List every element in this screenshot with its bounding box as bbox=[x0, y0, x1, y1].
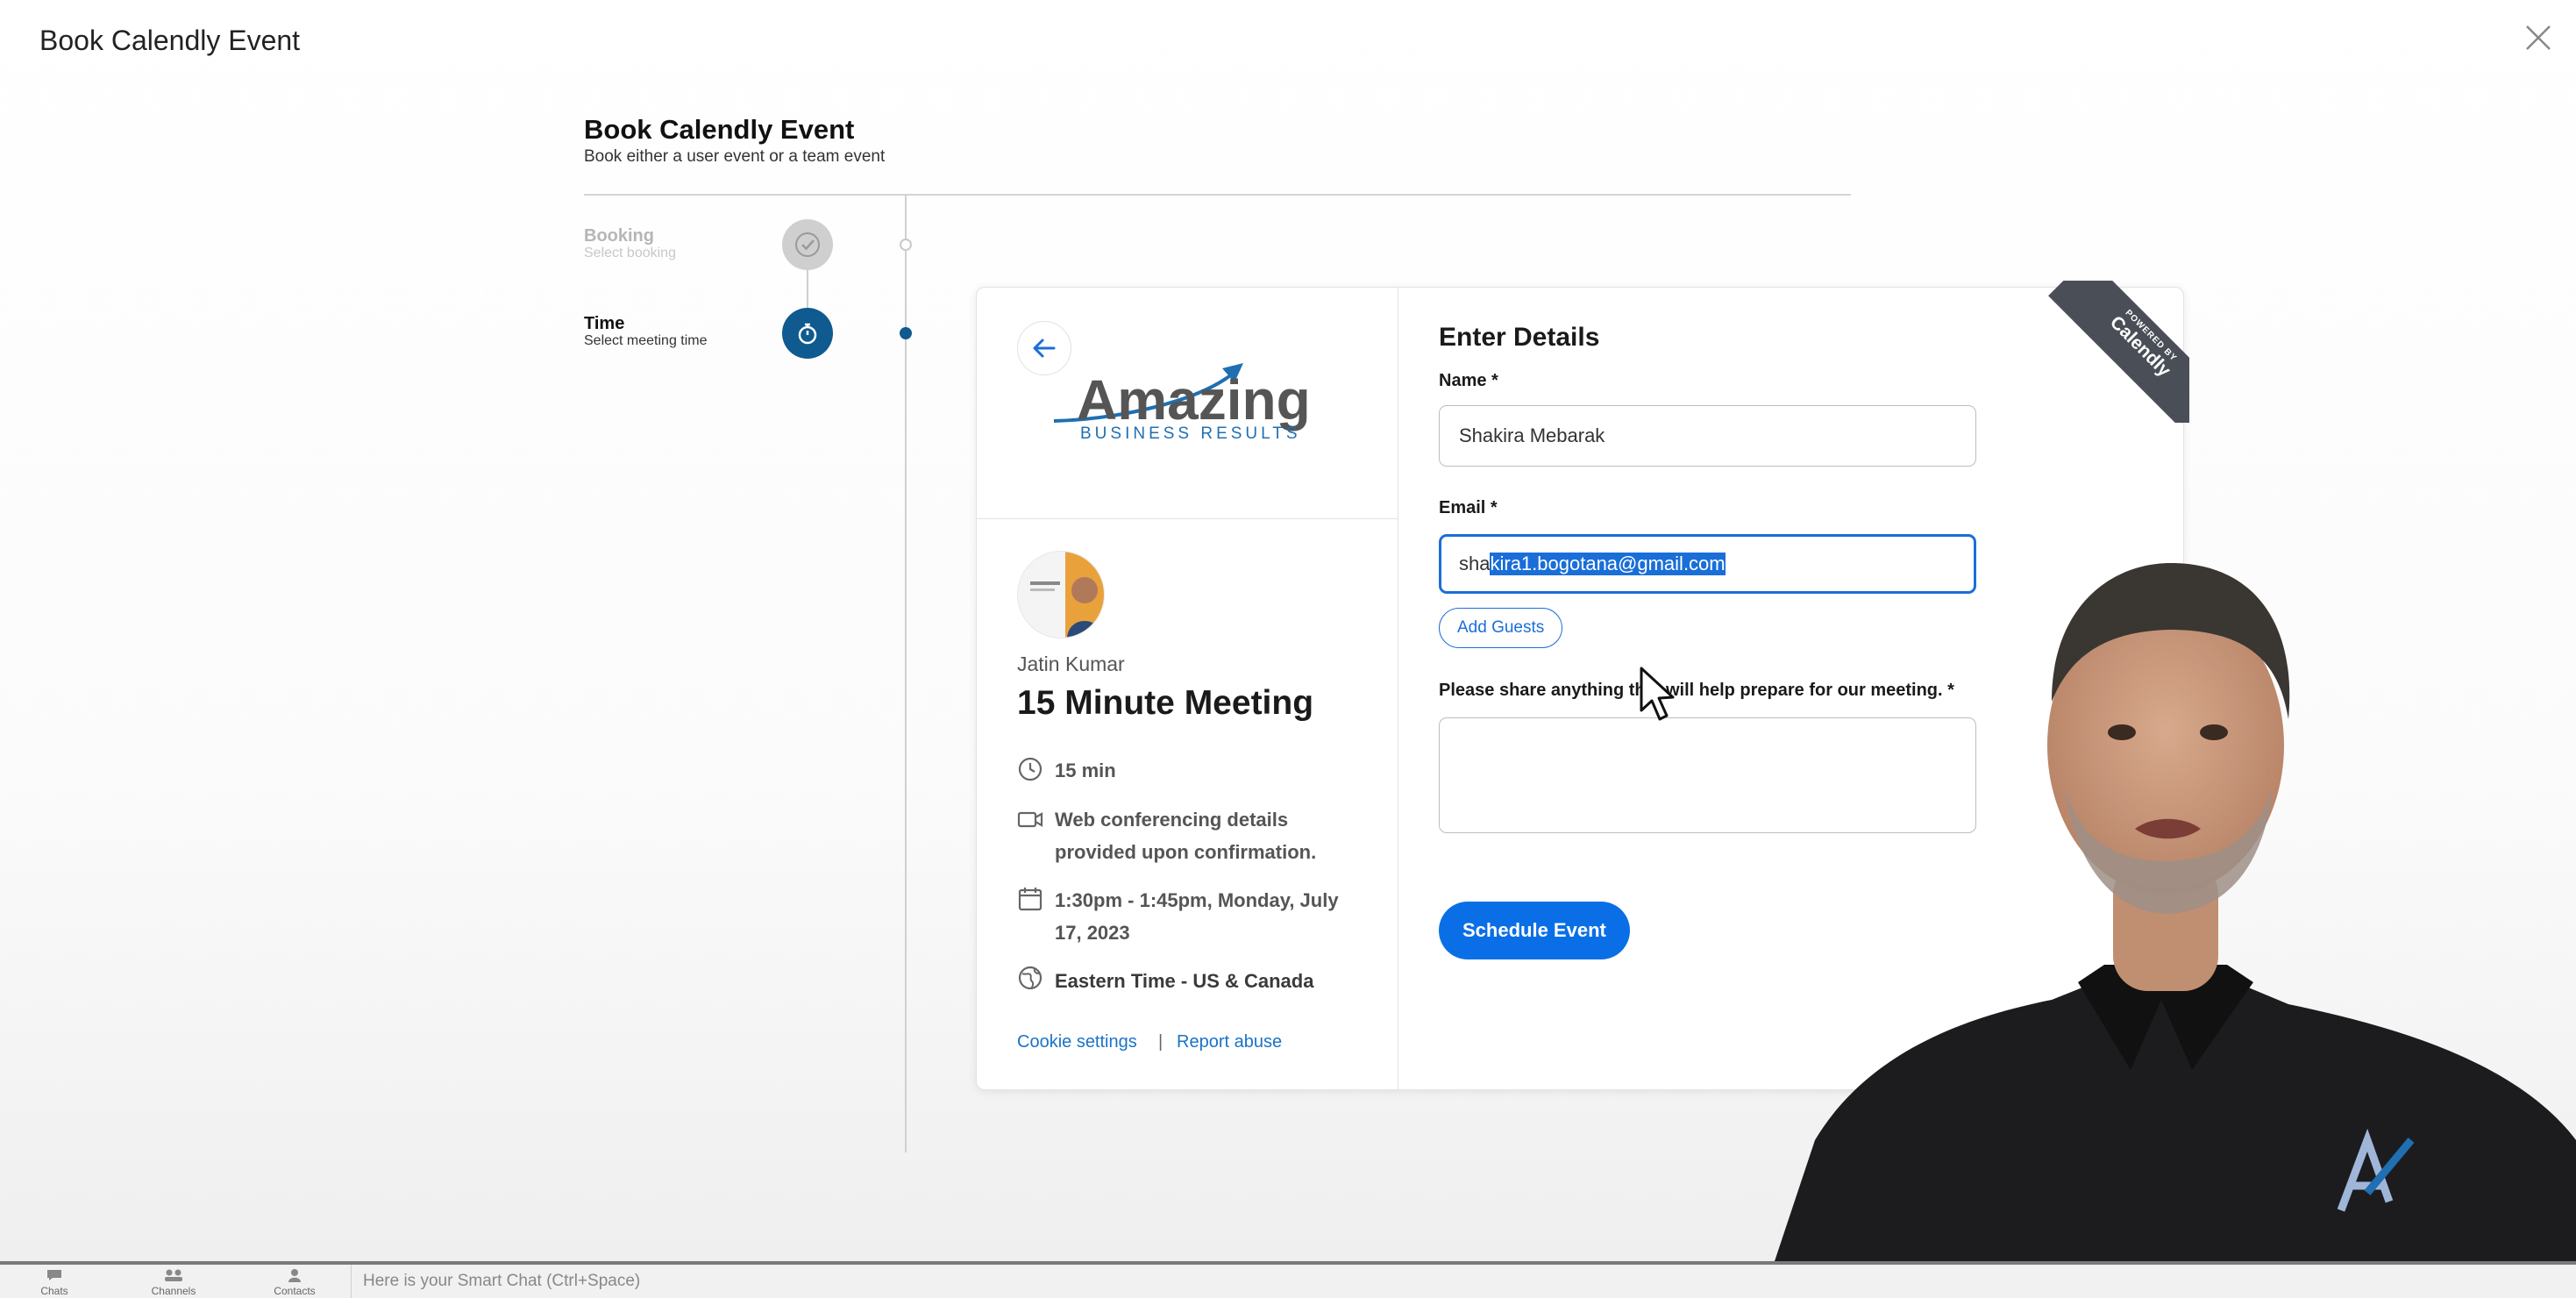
bottom-tab-contacts[interactable]: Contacts bbox=[260, 1268, 330, 1297]
step-time-subtitle: Select meeting time bbox=[584, 333, 708, 348]
bottom-tab-label: Channels bbox=[151, 1285, 196, 1297]
contacts-icon bbox=[288, 1269, 301, 1282]
bottom-tab-label: Chats bbox=[40, 1285, 68, 1297]
logo-divider bbox=[977, 518, 1398, 519]
svg-text:BUSINESS RESULTS: BUSINESS RESULTS bbox=[1080, 424, 1301, 443]
add-guests-button[interactable]: Add Guests bbox=[1439, 608, 1563, 648]
presenter-video bbox=[1762, 526, 2576, 1298]
event-timezone[interactable]: Eastern Time - US & Canada bbox=[1055, 965, 1313, 997]
name-field[interactable]: Shakira Mebarak bbox=[1439, 405, 1976, 467]
step-booking-title[interactable]: Booking bbox=[584, 226, 654, 246]
powered-by-calendly-ribbon[interactable]: POWERED BY Calendly bbox=[2047, 281, 2189, 423]
smart-chat-input[interactable]: Here is your Smart Chat (Ctrl+Space) bbox=[363, 1272, 640, 1291]
check-icon bbox=[795, 232, 820, 257]
video-icon bbox=[1017, 806, 1043, 832]
event-duration: 15 min bbox=[1055, 760, 1116, 781]
step-time-indicator[interactable] bbox=[782, 308, 833, 359]
window-title: Book Calendly Event bbox=[39, 25, 301, 56]
cookie-settings-link[interactable]: Cookie settings bbox=[1017, 1032, 1137, 1052]
clock-icon bbox=[1017, 756, 1043, 782]
bottom-tab-channels[interactable]: Channels bbox=[139, 1268, 209, 1297]
event-conferencing: Web conferencing details provided upon c… bbox=[1055, 809, 1317, 863]
bottom-bar: Chats Channels Contacts Here is your Sma… bbox=[0, 1261, 2576, 1298]
globe-icon bbox=[1017, 965, 1043, 991]
event-title: 15 Minute Meeting bbox=[1017, 684, 1314, 722]
step-booking-subtitle: Select booking bbox=[584, 246, 676, 260]
link-separator: | bbox=[1158, 1032, 1163, 1052]
page-subtitle: Book either a user event or a team event bbox=[584, 147, 886, 166]
svg-text:Amazing: Amazing bbox=[1077, 368, 1311, 431]
mouse-pointer-icon bbox=[1638, 665, 1678, 724]
form-heading: Enter Details bbox=[1439, 323, 1600, 352]
header-divider bbox=[584, 194, 1851, 196]
timeline-dot-booking bbox=[900, 239, 912, 251]
calendar-icon bbox=[1017, 886, 1043, 912]
email-text-unselected: sha bbox=[1459, 553, 1491, 574]
company-logo: Amazing BUSINESS RESULTS bbox=[1049, 347, 1320, 444]
page-title: Book Calendly Event bbox=[584, 114, 855, 145]
timer-icon bbox=[798, 323, 817, 345]
host-name: Jatin Kumar bbox=[1017, 653, 1125, 675]
email-text-selected: kira1.bogotana@gmail.com bbox=[1490, 553, 1726, 575]
step-connector bbox=[807, 270, 808, 308]
host-avatar bbox=[1017, 551, 1105, 638]
bottom-divider bbox=[351, 1265, 352, 1298]
timeline-dot-time bbox=[900, 327, 912, 339]
step-booking-indicator[interactable] bbox=[782, 219, 833, 270]
schedule-event-button[interactable]: Schedule Event bbox=[1439, 902, 1630, 959]
report-abuse-link[interactable]: Report abuse bbox=[1177, 1032, 1282, 1052]
step-time-title[interactable]: Time bbox=[584, 314, 624, 334]
name-label: Name * bbox=[1439, 371, 1498, 390]
close-icon[interactable] bbox=[2522, 21, 2555, 54]
email-label: Email * bbox=[1439, 498, 1498, 517]
channels-icon bbox=[165, 1269, 182, 1281]
event-datetime: 1:30pm - 1:45pm, Monday, July 17, 2023 bbox=[1055, 889, 1339, 944]
chat-icon bbox=[47, 1270, 61, 1280]
bottom-tab-chats[interactable]: Chats bbox=[19, 1268, 89, 1297]
bottom-tab-label: Contacts bbox=[274, 1285, 316, 1297]
